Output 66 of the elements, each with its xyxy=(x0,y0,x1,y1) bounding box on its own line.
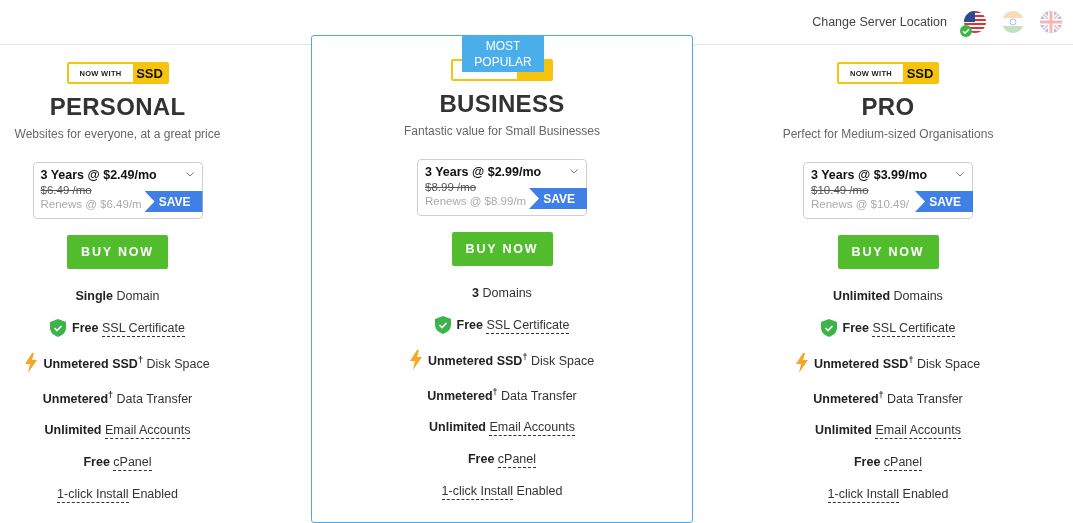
server-location-label: Change Server Location xyxy=(812,15,947,29)
plan-subtitle: Fantastic value for Small Businesses xyxy=(403,124,601,138)
feature-text: Single Domain xyxy=(75,289,160,303)
term-dropdown[interactable]: 3 Years @ $2.99/mo $8.99 /mo Renews @ $8.99/m SAVE xyxy=(417,159,587,216)
feature-text: Unlimited Domains xyxy=(833,289,943,303)
feature-text: Unmetered SSD$^{†}$ Disk Space xyxy=(813,354,981,372)
plan-subtitle: Websites for everyone, at a great price xyxy=(14,127,221,141)
feature-link[interactable]: SSL Certificate xyxy=(872,321,956,337)
feature-text: Unmetered$^{†}$ Data Transfer xyxy=(427,386,577,404)
feature-link[interactable]: Email Accounts xyxy=(875,423,961,439)
lightning-icon xyxy=(795,353,808,373)
chevron-icon xyxy=(956,172,964,177)
shield-check-icon xyxy=(434,316,451,334)
most-popular-ribbon: MOST POPULAR xyxy=(462,36,544,72)
feature-link[interactable]: 1-click Install xyxy=(827,487,900,503)
save-tag: SAVE xyxy=(915,191,973,212)
feature-text: Unmetered$^{†}$ Data Transfer xyxy=(42,389,193,407)
term-dropdown[interactable]: 3 Years @ $3.99/mo $10.49 /mo Renews @ $10.49/ SAVE xyxy=(803,162,973,219)
feature-link[interactable]: Email Accounts xyxy=(489,420,575,436)
save-tag: SAVE xyxy=(529,188,587,209)
feature-text: 1-click Install Enabled xyxy=(827,487,949,501)
feature-text: Free cPanel xyxy=(853,455,923,469)
feature-link[interactable]: 1-click Install xyxy=(57,487,129,503)
feature-link[interactable]: cPanel xyxy=(113,455,152,471)
plan-title: PRO xyxy=(861,93,915,121)
feature-text: Free cPanel xyxy=(467,452,537,466)
feature-text: Unlimited Email Accounts xyxy=(429,420,575,434)
plan-subtitle: Perfect for Medium-sized Organisations xyxy=(782,127,994,141)
feature-link[interactable]: 1-click Install xyxy=(441,484,514,500)
old-price: $10.49 /mo xyxy=(811,184,869,196)
old-price: $8.99 /mo xyxy=(425,181,477,193)
feature-link[interactable]: Email Accounts xyxy=(105,423,191,439)
feature-text: 3 Domains xyxy=(472,286,532,300)
feature-text: Unmetered$^{†}$ Data Transfer xyxy=(813,389,963,407)
location-option[interactable] xyxy=(963,10,987,34)
feature-text: Unmetered SSD$^{†}$ Disk Space xyxy=(43,354,210,372)
feature-link[interactable]: SSL Certificate xyxy=(486,318,570,334)
feature-link[interactable]: cPanel xyxy=(497,452,537,468)
feature-link[interactable]: SSL Certificate xyxy=(102,321,185,337)
feature-text: 1-click Install Enabled xyxy=(57,487,178,501)
lightning-icon xyxy=(25,353,38,373)
renewal-price: Renews @ $6.49/m xyxy=(40,198,142,210)
feature-text: Unmetered SSD$^{†}$ Disk Space xyxy=(427,351,595,369)
feature-text: 1-click Install Enabled xyxy=(441,484,563,498)
feature-text: Unlimited Email Accounts xyxy=(815,423,961,437)
renewal-price: Renews @ $10.49/ xyxy=(811,198,909,210)
feature-text: Free SSL Certificate xyxy=(842,321,956,335)
save-tag: SAVE xyxy=(144,191,203,212)
term-dropdown[interactable]: 3 Years @ $2.49/mo $6.49 /mo Renews @ $6.49/m SAVE xyxy=(32,162,203,219)
old-price: $6.49 /mo xyxy=(40,184,92,196)
feature-link[interactable]: cPanel xyxy=(883,455,923,471)
plan-title: BUSINESS xyxy=(439,90,565,118)
chevron-icon xyxy=(185,172,194,177)
check-icon xyxy=(960,25,972,37)
flag-icon xyxy=(1001,10,1025,34)
feature-text: Free SSL Certificate xyxy=(456,318,570,332)
feature-text: Unlimited Email Accounts xyxy=(44,423,191,437)
feature-text: Free SSL Certificate xyxy=(72,321,185,335)
renewal-price: Renews @ $8.99/m xyxy=(425,195,527,207)
chevron-icon xyxy=(570,169,578,174)
shield-check-icon xyxy=(50,319,67,337)
flag-icon xyxy=(1039,10,1063,34)
plan-title: PERSONAL xyxy=(49,93,186,121)
lightning-icon xyxy=(409,350,422,370)
feature-text: Free cPanel xyxy=(83,455,152,469)
shield-check-icon xyxy=(820,319,837,337)
